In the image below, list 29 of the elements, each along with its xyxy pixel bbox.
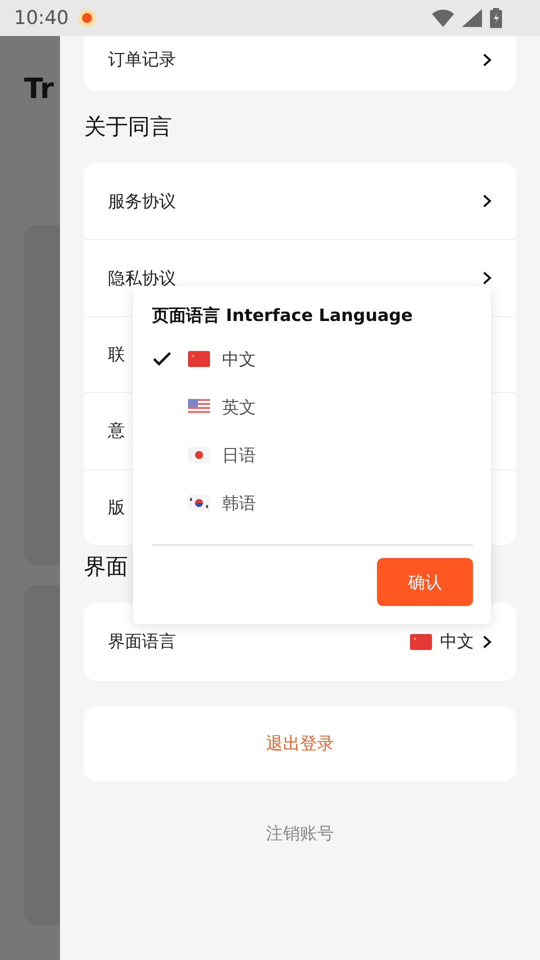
row-label: 服务协议 — [108, 190, 176, 213]
menu-row[interactable]: 订单记录 — [84, 36, 516, 91]
language-option[interactable]: 英文 — [222, 396, 256, 418]
section-title: 界面 — [84, 554, 128, 582]
china-flag-icon — [188, 351, 210, 367]
settings-row[interactable]: 界面语言 中文 — [84, 602, 516, 681]
status-time: 10:40 — [14, 7, 69, 29]
row-value: 中文 — [440, 631, 474, 654]
korea-flag-icon — [188, 495, 210, 511]
row-label: 订单记录 — [108, 49, 176, 71]
row-label: 界面语言 — [108, 631, 176, 654]
settings-row[interactable]: 服务协议 — [84, 163, 516, 240]
row-label: 版 — [108, 496, 125, 519]
china-flag-icon — [410, 634, 432, 650]
language-option[interactable]: 日语 — [222, 444, 256, 466]
row-label: 隐私协议 — [108, 268, 176, 290]
row-label: 联 — [108, 344, 125, 366]
chevron-right-icon — [482, 52, 492, 66]
language-option[interactable]: 中文 — [222, 348, 256, 370]
app-title: Tr — [24, 72, 55, 105]
signal-icon — [462, 9, 482, 27]
language-option[interactable]: 韩语 — [222, 492, 256, 514]
row-label: 意 — [108, 420, 125, 442]
section-title: 关于同言 — [84, 114, 172, 142]
battery-icon — [490, 8, 502, 28]
wifi-icon — [432, 9, 454, 27]
sun-icon — [76, 8, 97, 28]
us-flag-icon — [188, 399, 210, 415]
japan-flag-icon — [188, 447, 210, 463]
